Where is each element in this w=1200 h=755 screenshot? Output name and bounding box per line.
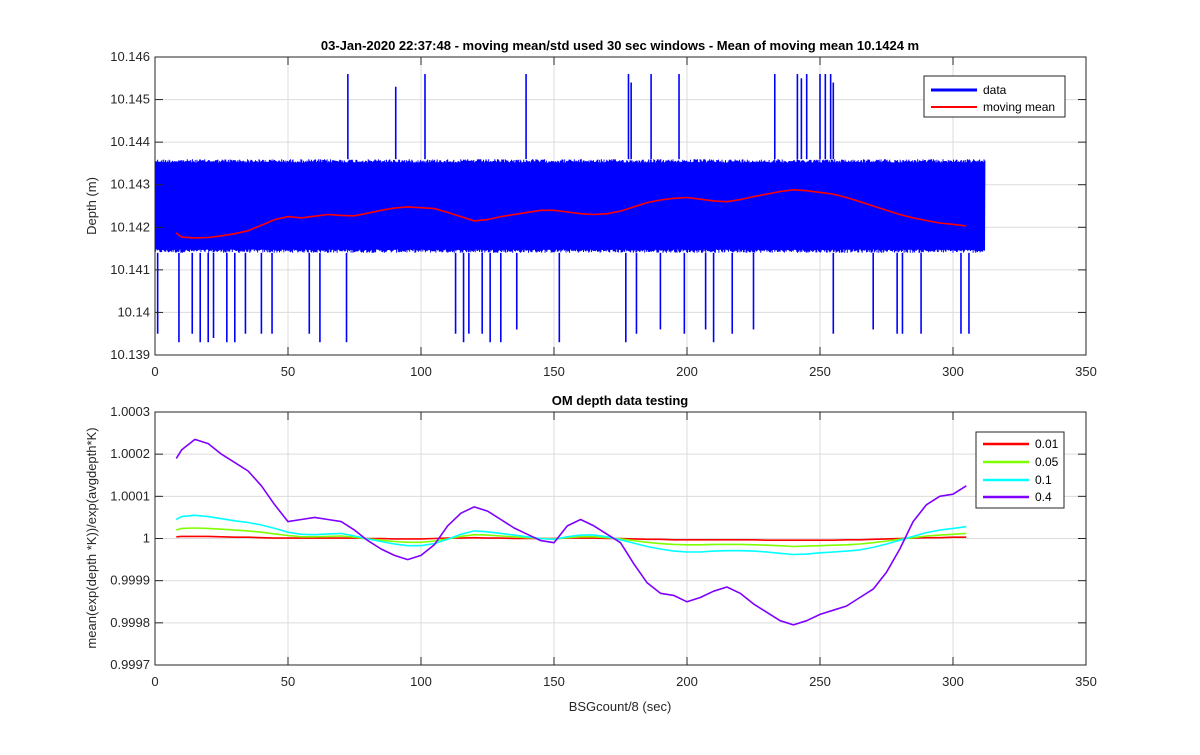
series-line-data [154, 159, 986, 253]
testing-plot-legend[interactable]: 0.01 0.05 0.1 0.4 [975, 431, 1065, 509]
testing-xtick-label: 0 [151, 674, 158, 689]
depth-plot-legend[interactable]: data moving mean [923, 75, 1066, 118]
depth-ytick-label: 10.139 [110, 347, 150, 362]
testing-ytick-label: 0.9999 [110, 573, 150, 588]
depth-xtick-label: 0 [151, 364, 158, 379]
testing-ytick-label: 1 [143, 531, 150, 546]
depth-xtick-label: 250 [809, 364, 831, 379]
depth-ytick-label: 10.14 [117, 304, 150, 319]
testing-ytick-label: 0.9998 [110, 615, 150, 630]
legend-label-moving-mean: moving mean [983, 100, 1055, 114]
testing-plot-title: OM depth data testing [552, 393, 689, 408]
depth-plot-ylabel: Depth (m) [84, 177, 99, 235]
legend-label-005: 0.05 [1035, 455, 1059, 469]
testing-xtick-label: 100 [410, 674, 432, 689]
depth-ytick-label: 10.141 [110, 262, 150, 277]
depth-ytick-label: 10.142 [110, 219, 150, 234]
legend-label-04: 0.4 [1035, 490, 1052, 504]
testing-ytick-label: 0.9997 [110, 657, 150, 672]
depth-xtick-label: 350 [1075, 364, 1097, 379]
legend-label-01: 0.1 [1035, 473, 1052, 487]
depth-xtick-label: 150 [543, 364, 565, 379]
figure: 0 50 100 150 200 250 300 350 10.139 10.14 10.141 10… [0, 0, 1200, 750]
depth-xtick-label: 300 [942, 364, 964, 379]
testing-plot-xlabel: BSGcount/8 (sec) [569, 699, 672, 714]
testing-ytick-label: 1.0002 [110, 446, 150, 461]
depth-ytick-label: 10.145 [110, 92, 150, 107]
testing-ytick-label: 1.0001 [110, 488, 150, 503]
depth-xtick-label: 200 [676, 364, 698, 379]
depth-ytick-label: 10.146 [110, 49, 150, 64]
testing-ytick-label: 1.0003 [110, 404, 150, 419]
depth-plot-axes: 0 50 100 150 200 250 300 350 10.139 10.14 10.141 10… [84, 38, 1097, 379]
chart-canvas: 0 50 100 150 200 250 300 35010.13910.1410.14110… [0, 0, 1200, 750]
legend-label-data: data [983, 83, 1007, 97]
testing-plot-ylabel: mean(exp(depth *K))/exp(avgdepth*K) [84, 427, 99, 648]
depth-xtick-label: 50 [281, 364, 295, 379]
depth-ytick-label: 10.144 [110, 134, 150, 149]
depth-ytick-label: 10.143 [110, 177, 150, 192]
legend-label-001: 0.01 [1035, 437, 1059, 451]
testing-xtick-label: 350 [1075, 674, 1097, 689]
testing-xtick-label: 250 [809, 674, 831, 689]
testing-xtick-label: 300 [942, 674, 964, 689]
depth-xtick-label: 100 [410, 364, 432, 379]
depth-plot-title: 03-Jan-2020 22:37:48 - moving mean/std u… [321, 38, 919, 53]
testing-xtick-label: 200 [676, 674, 698, 689]
testing-xtick-label: 150 [543, 674, 565, 689]
testing-xtick-label: 50 [281, 674, 295, 689]
